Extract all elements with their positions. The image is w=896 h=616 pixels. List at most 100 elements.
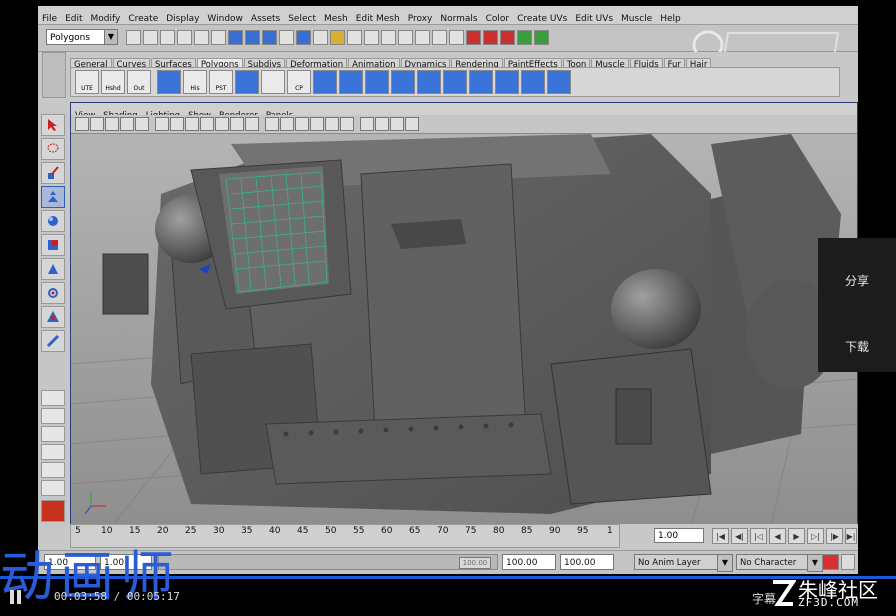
anim-layer-dropdown[interactable]: No Anim Layer ▼ [634,554,733,572]
shelf-button-hshd[interactable]: Hshd [101,70,125,94]
bookmark-icon[interactable] [105,117,119,131]
menu-create[interactable]: Create [124,10,162,26]
layout-persp-outliner[interactable] [41,426,65,442]
xray-joints-icon[interactable] [390,117,404,131]
shelf-button-sphere[interactable] [157,70,181,94]
step-back-frame-button[interactable]: ◀| [731,528,748,544]
save-scene-icon[interactable] [160,30,175,45]
shelf-button-pst[interactable]: PST [209,70,233,94]
select-camera-icon[interactable] [75,117,89,131]
layout-four-view[interactable] [41,408,65,424]
layout-custom[interactable] [41,480,65,496]
snap-curve-icon[interactable] [381,30,396,45]
snap-view-plane-icon[interactable] [415,30,430,45]
pick-deform-icon[interactable] [279,30,294,45]
step-forward-frame-button[interactable]: |▶ [826,528,843,544]
menu-edit-uvs[interactable]: Edit UVs [571,10,617,26]
shelf-button-mesh-c[interactable] [313,70,337,94]
shelf-button-mesh-g[interactable] [417,70,441,94]
wireframe-on-shaded-icon[interactable] [295,117,309,131]
shelf-button-mesh-d[interactable] [339,70,363,94]
menu-create-uvs[interactable]: Create UVs [513,10,571,26]
menu-assets[interactable]: Assets [247,10,284,26]
make-live-icon[interactable] [432,30,447,45]
pick-mask-icon[interactable] [228,30,243,45]
textured-icon[interactable] [310,117,324,131]
resolution-gate-icon[interactable] [185,117,199,131]
shelf-button-cp[interactable]: CP [287,70,311,94]
menu-set-dropdown[interactable]: Polygons ▼ [46,29,118,45]
smooth-shade-icon[interactable] [280,117,294,131]
pick-curve-icon[interactable] [245,30,260,45]
menu-help[interactable]: Help [656,10,685,26]
open-scene-icon[interactable] [143,30,158,45]
render-icon[interactable] [466,30,481,45]
safe-title-icon[interactable] [245,117,259,131]
shadows-icon[interactable] [340,117,354,131]
shelf-button-his[interactable]: His [183,70,207,94]
last-used-tool[interactable] [41,330,65,352]
snap-grid-icon[interactable] [364,30,379,45]
share-button[interactable]: 分享 [818,271,896,291]
layout-persp-graph[interactable] [41,444,65,460]
shelf-button-mesh-j[interactable] [495,70,519,94]
render-view-tool[interactable] [41,500,65,522]
download-button[interactable]: 下载 [818,337,896,357]
go-to-end-button[interactable]: ▶| [845,528,857,544]
scale-tool[interactable] [41,234,65,256]
attribute-editor-icon[interactable] [534,30,549,45]
shelf-button-mesh-e[interactable] [365,70,389,94]
history-icon[interactable] [449,30,464,45]
new-scene-icon[interactable] [126,30,141,45]
lock-selection-icon[interactable] [330,30,345,45]
shelf-button-mesh-h[interactable] [443,70,467,94]
time-slider[interactable]: 5 10 15 20 25 30 35 40 45 50 55 60 65 70… [70,524,858,548]
use-all-lights-icon[interactable] [325,117,339,131]
range-slider[interactable]: 100.00 [158,554,498,570]
menu-select[interactable]: Select [284,10,320,26]
auto-key-icon[interactable] [822,554,839,570]
menu-muscle[interactable]: Muscle [617,10,656,26]
pick-joint-icon[interactable] [296,30,311,45]
wireframe-icon[interactable] [265,117,279,131]
soft-modify-tool[interactable] [41,282,65,304]
isolate-select-icon[interactable] [360,117,374,131]
gate-mask-icon[interactable] [200,117,214,131]
field-chart-icon[interactable] [215,117,229,131]
hud-icon[interactable] [405,117,419,131]
select-tool[interactable] [41,114,65,136]
current-frame-field[interactable]: 1.00 [654,528,704,543]
shelf-button-ute[interactable]: UTE [75,70,99,94]
film-gate-icon[interactable] [170,117,184,131]
xray-icon[interactable] [375,117,389,131]
universal-manipulator-tool[interactable] [41,258,65,280]
perspective-viewport[interactable]: ViewShadingLightingShowRendererPanels [70,102,858,528]
layout-hypershade[interactable] [41,462,65,478]
select-component-icon[interactable] [211,30,226,45]
play-backward-button[interactable]: ◀ [769,528,786,544]
shelf-button-mesh-i[interactable] [469,70,493,94]
layout-single-perspective[interactable] [41,390,65,406]
menu-edit-mesh[interactable]: Edit Mesh [352,10,404,26]
highlight-selection-icon[interactable] [347,30,362,45]
play-forward-button[interactable]: ▶ [788,528,805,544]
step-forward-key-button[interactable]: ▷| [807,528,824,544]
channel-box-icon[interactable] [517,30,532,45]
ipr-render-icon[interactable] [483,30,498,45]
menu-edit[interactable]: Edit [61,10,86,26]
move-tool[interactable] [41,186,65,208]
pause-icon[interactable] [10,590,22,604]
menu-window[interactable]: Window [203,10,247,26]
pick-misc-icon[interactable] [313,30,328,45]
render-settings-icon[interactable] [500,30,515,45]
lasso-tool[interactable] [41,138,65,160]
shelf-button-mesh-l[interactable] [547,70,571,94]
select-hierarchy-icon[interactable] [177,30,192,45]
preferences-icon[interactable] [841,554,855,570]
playback-end-field[interactable]: 100.00 [502,554,556,570]
menu-modify[interactable]: Modify [87,10,125,26]
step-back-key-button[interactable]: |◁ [750,528,767,544]
menu-file[interactable]: File [38,10,61,26]
show-manipulator-tool[interactable] [41,306,65,328]
paint-select-tool[interactable] [41,162,65,184]
